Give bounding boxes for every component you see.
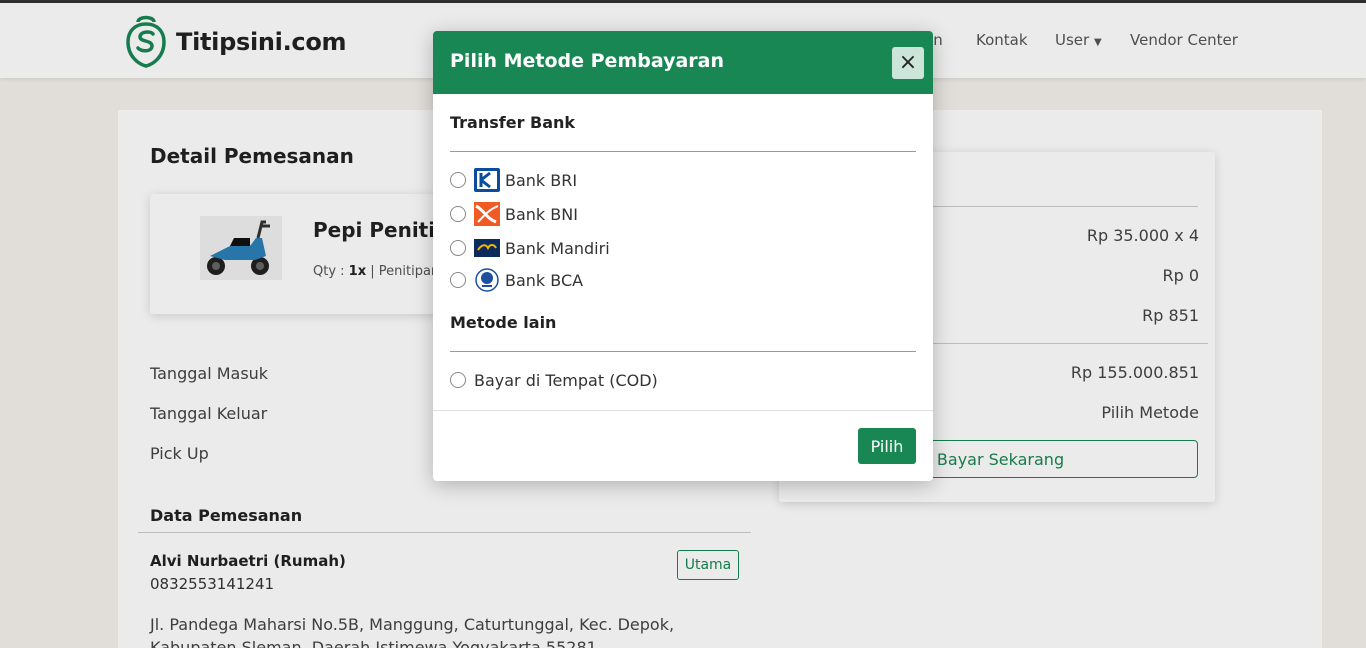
option-cod[interactable]: Bayar di Tempat (COD) <box>450 367 658 393</box>
option-label: Bayar di Tempat (COD) <box>474 370 658 390</box>
radio-bank-mandiri[interactable] <box>450 240 466 256</box>
option-label: Bank Mandiri <box>505 238 610 258</box>
divider <box>433 410 933 411</box>
bri-logo-icon <box>474 168 500 192</box>
divider <box>450 351 916 352</box>
submit-button[interactable]: Pilih <box>858 428 916 464</box>
option-label: Bank BRI <box>505 170 578 190</box>
close-icon: × <box>898 50 918 75</box>
bca-logo-icon <box>474 268 500 292</box>
payment-method-modal: Pilih Metode Pembayaran × Transfer Bank … <box>433 31 933 481</box>
option-bank-bni[interactable]: Bank BNI <box>450 201 578 227</box>
section-metode-lain: Metode lain <box>450 313 557 332</box>
radio-bank-bca[interactable] <box>450 272 466 288</box>
option-bank-bri[interactable]: Bank BRI <box>450 167 577 193</box>
radio-cod[interactable] <box>450 372 466 388</box>
mandiri-logo-icon <box>474 236 500 260</box>
bni-logo-icon <box>474 202 500 226</box>
divider <box>450 151 916 152</box>
close-button[interactable]: × <box>892 47 924 79</box>
section-transfer-bank: Transfer Bank <box>450 113 576 132</box>
modal-title: Pilih Metode Pembayaran <box>450 50 725 72</box>
radio-bank-bri[interactable] <box>450 172 466 188</box>
option-label: Bank BNI <box>505 204 578 224</box>
option-bank-mandiri[interactable]: Bank Mandiri <box>450 235 610 261</box>
option-bank-bca[interactable]: Bank BCA <box>450 267 583 293</box>
modal-header: Pilih Metode Pembayaran × <box>433 31 933 94</box>
option-label: Bank BCA <box>505 270 584 290</box>
radio-bank-bni[interactable] <box>450 206 466 222</box>
